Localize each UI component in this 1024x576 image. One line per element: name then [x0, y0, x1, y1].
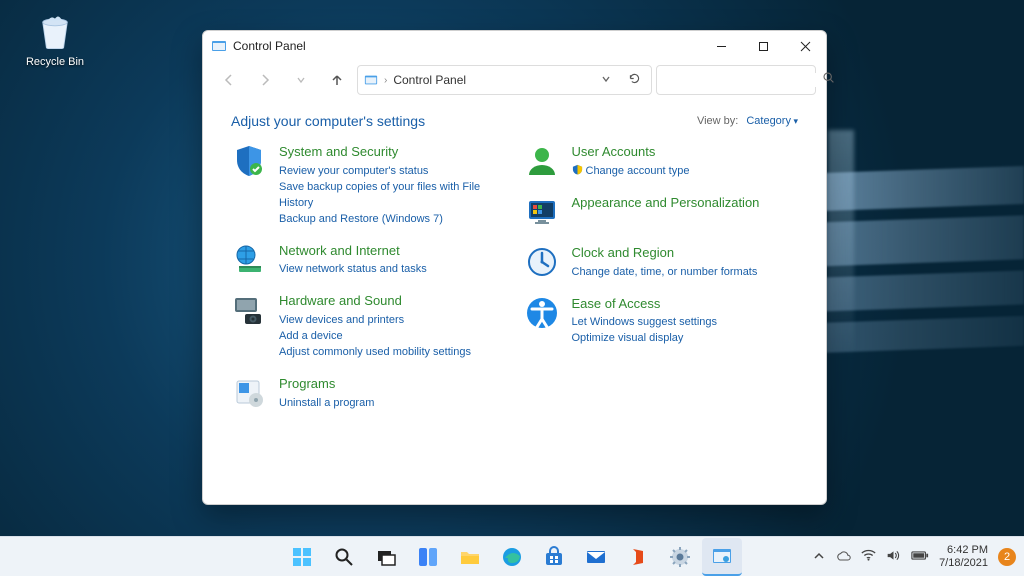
- search-input[interactable]: [667, 73, 822, 87]
- category-icon: [231, 292, 267, 328]
- control-panel-taskbar-button[interactable]: [702, 538, 742, 576]
- volume-tray-icon[interactable]: [886, 549, 901, 565]
- category-sublink[interactable]: View devices and printers: [279, 313, 471, 329]
- category-sublink[interactable]: Uninstall a program: [279, 396, 374, 412]
- viewby-label: View by:: [697, 115, 738, 127]
- category-icon: [524, 244, 560, 280]
- category-programs: Programs Uninstall a program: [231, 375, 506, 412]
- address-dropdown-button[interactable]: [595, 73, 617, 87]
- taskbar: 6:42 PM 7/18/2021 2: [0, 536, 1024, 576]
- minimize-button[interactable]: [700, 31, 742, 61]
- up-button[interactable]: [321, 64, 353, 96]
- system-tray: 6:42 PM 7/18/2021 2: [813, 537, 1016, 576]
- category-network-and-internet: Network and InternetView network status …: [231, 242, 506, 279]
- edge-button[interactable]: [492, 538, 532, 576]
- task-view-button[interactable]: [366, 538, 406, 576]
- category-system-and-security: System and Security Review your computer'…: [231, 143, 506, 228]
- search-icon: [822, 71, 835, 89]
- category-icon: [231, 375, 267, 411]
- category-sublink[interactable]: Save backup copies of your files with Fi…: [279, 180, 506, 212]
- widgets-button[interactable]: [408, 538, 448, 576]
- tray-date: 7/18/2021: [939, 557, 988, 570]
- category-sublink[interactable]: Let Windows suggest settings: [572, 315, 718, 331]
- refresh-button[interactable]: [623, 72, 645, 88]
- notification-badge[interactable]: 2: [998, 548, 1016, 566]
- maximize-button[interactable]: [742, 31, 784, 61]
- category-ease-of-access: Ease of AccessLet Windows suggest settin…: [524, 295, 799, 348]
- taskbar-search-button[interactable]: [324, 538, 364, 576]
- control-panel-icon: [364, 73, 378, 87]
- desktop-icon-recycle-bin[interactable]: Recycle Bin: [20, 10, 90, 68]
- control-panel-window: Control Panel › Control Panel: [202, 30, 827, 505]
- recent-dropdown-button[interactable]: [285, 64, 317, 96]
- category-clock-and-region: Clock and Region Change date, time, or nu…: [524, 244, 799, 281]
- wallpaper-light: [794, 166, 1024, 212]
- category-appearance-and-personalization: Appearance and Personalization: [524, 194, 799, 230]
- category-title-link[interactable]: Clock and Region: [572, 244, 758, 263]
- category-title-link[interactable]: Hardware and Sound: [279, 292, 471, 311]
- page-title: Adjust your computer's settings: [231, 113, 425, 129]
- store-button[interactable]: [534, 538, 574, 576]
- category-icon: [231, 242, 267, 278]
- wifi-tray-icon[interactable]: [861, 549, 876, 565]
- category-sublink[interactable]: Review your computer's status: [279, 164, 506, 180]
- address-bar[interactable]: › Control Panel: [357, 65, 652, 95]
- category-sublink[interactable]: Change account type: [572, 164, 690, 180]
- tray-overflow-button[interactable]: [813, 550, 825, 565]
- category-hardware-and-sound: Hardware and Sound View devices and print…: [231, 292, 506, 361]
- category-sublink[interactable]: Change date, time, or number formats: [572, 265, 758, 281]
- category-user-accounts: User Accounts Change account type: [524, 143, 799, 180]
- category-title-link[interactable]: Ease of Access: [572, 295, 718, 314]
- category-icon: [231, 143, 267, 179]
- window-icon: [211, 38, 227, 54]
- category-sublink[interactable]: Backup and Restore (Windows 7): [279, 212, 506, 228]
- mail-button[interactable]: [576, 538, 616, 576]
- category-sublink[interactable]: View network status and tasks: [279, 262, 427, 278]
- window-title: Control Panel: [233, 39, 306, 53]
- category-sublink[interactable]: Adjust commonly used mobility settings: [279, 345, 471, 361]
- desktop-icon-label: Recycle Bin: [26, 56, 84, 68]
- back-button[interactable]: [213, 64, 245, 96]
- category-sublink[interactable]: Optimize visual display: [572, 331, 718, 347]
- category-title-link[interactable]: User Accounts: [572, 143, 690, 162]
- desktop[interactable]: Recycle Bin Control Panel › Control Pane…: [0, 0, 1024, 576]
- chevron-right-icon: ›: [384, 75, 387, 86]
- settings-button[interactable]: [660, 538, 700, 576]
- battery-tray-icon[interactable]: [911, 550, 929, 564]
- category-title-link[interactable]: Appearance and Personalization: [572, 194, 760, 213]
- start-button[interactable]: [282, 538, 322, 576]
- category-sublink[interactable]: Add a device: [279, 329, 471, 345]
- office-button[interactable]: [618, 538, 658, 576]
- onedrive-tray-icon[interactable]: [835, 550, 851, 565]
- category-title-link[interactable]: Programs: [279, 375, 374, 394]
- category-icon: [524, 143, 560, 179]
- viewby-dropdown[interactable]: Category: [746, 115, 798, 127]
- titlebar[interactable]: Control Panel: [203, 31, 826, 61]
- category-icon: [524, 194, 560, 230]
- tray-clock[interactable]: 6:42 PM 7/18/2021: [939, 544, 988, 569]
- recycle-bin-icon: [34, 10, 76, 52]
- category-title-link[interactable]: Network and Internet: [279, 242, 427, 261]
- tray-time: 6:42 PM: [939, 544, 988, 557]
- search-box[interactable]: [656, 65, 816, 95]
- file-explorer-button[interactable]: [450, 538, 490, 576]
- taskbar-center: [282, 537, 742, 576]
- navigation-row: › Control Panel: [203, 61, 826, 99]
- forward-button[interactable]: [249, 64, 281, 96]
- content-area: Adjust your computer's settings View by:…: [203, 99, 826, 504]
- breadcrumb[interactable]: Control Panel: [393, 73, 466, 87]
- category-icon: [524, 295, 560, 331]
- category-title-link[interactable]: System and Security: [279, 143, 506, 162]
- close-button[interactable]: [784, 31, 826, 61]
